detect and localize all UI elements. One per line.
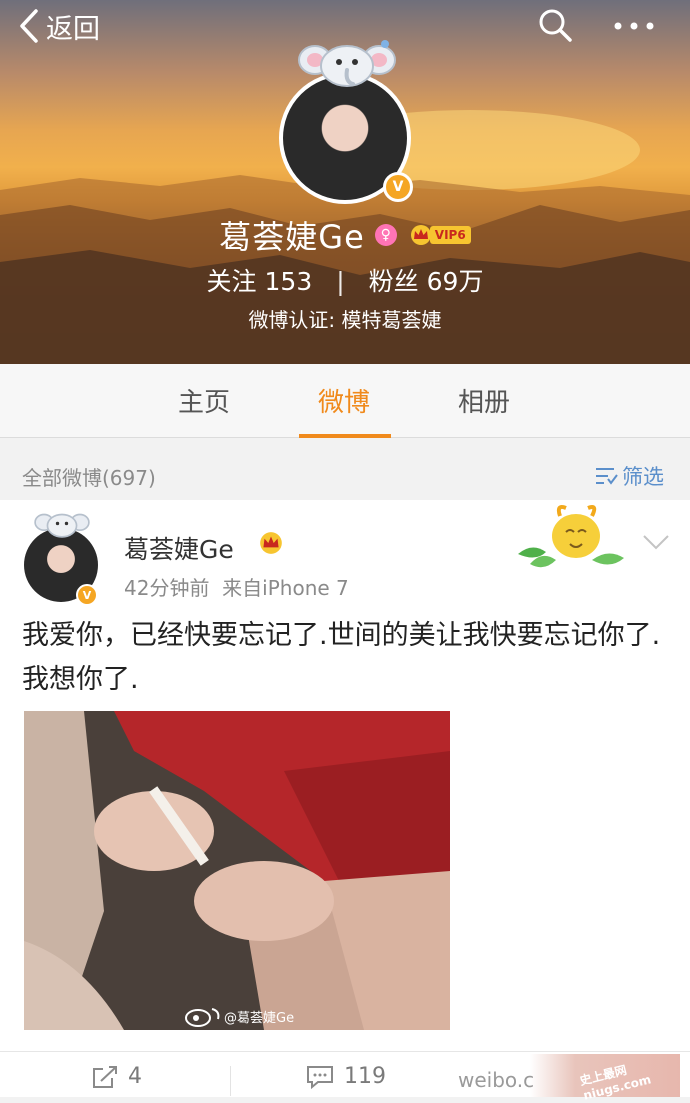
weibo-logo-icon xyxy=(185,1008,220,1027)
filter-button[interactable]: 筛选 xyxy=(594,461,664,491)
profile-avatar[interactable]: V xyxy=(277,38,417,204)
repost-button[interactable]: 4 xyxy=(92,1064,142,1089)
filter-label: 筛选 xyxy=(622,465,664,489)
verified-badge-icon: V xyxy=(76,584,98,606)
followers-count: 69万 xyxy=(426,267,484,296)
chevron-down-icon[interactable] xyxy=(642,534,670,550)
post-time: 42分钟前 xyxy=(124,576,210,600)
chevron-left-icon xyxy=(20,9,38,43)
search-icon[interactable] xyxy=(536,6,576,46)
filter-bar: 全部微博(697) 筛选 xyxy=(0,448,690,500)
vip-level: VIP6 xyxy=(429,226,471,244)
stats-separator: | xyxy=(336,267,345,296)
active-tab-indicator xyxy=(299,434,391,438)
profile-tabs: 主页 微博 相册 xyxy=(0,364,690,438)
filter-icon xyxy=(596,468,618,485)
crown-icon[interactable] xyxy=(258,530,284,556)
photo-hands xyxy=(24,711,450,1030)
comment-icon xyxy=(307,1065,333,1089)
follow-stats: 关注 153 | 粉丝 69万 xyxy=(0,262,690,298)
weibo-count: 全部微博(697) xyxy=(22,466,156,490)
verified-badge-icon: V xyxy=(383,172,413,202)
watermark-text: @葛荟婕Ge xyxy=(224,1010,295,1026)
post-text: 我爱你，已经快要忘记了.世间的美让我快要忘记你了.我想你了. xyxy=(22,620,661,695)
profile-header: 返回 V 葛荟婕Ge ♀ VIP6 关注 153 | 粉丝 69万 微博认证: … xyxy=(0,0,690,364)
user-name-row: 葛荟婕Ge ♀ VIP6 xyxy=(0,212,690,258)
comment-button[interactable]: 119 xyxy=(306,1064,386,1089)
post-image[interactable]: @葛荟婕Ge xyxy=(24,711,450,1030)
post-avatar[interactable]: V xyxy=(22,510,104,606)
post-source: 来自iPhone 7 xyxy=(222,576,349,600)
back-label: 返回 xyxy=(46,13,100,45)
user-name: 葛荟婕Ge xyxy=(219,218,365,256)
tab-album[interactable]: 相册 xyxy=(458,382,510,419)
action-divider xyxy=(230,1066,231,1096)
post-author[interactable]: 葛荟婕Ge xyxy=(124,530,234,566)
post-meta: 42分钟前 来自iPhone 7 xyxy=(124,572,349,601)
female-icon: ♀ xyxy=(374,224,397,246)
elephant-pendant-icon xyxy=(298,40,396,87)
tab-weibo[interactable]: 微博 xyxy=(318,382,370,419)
back-button[interactable]: 返回 xyxy=(18,6,100,46)
tab-home[interactable]: 主页 xyxy=(178,382,230,419)
following-count: 153 xyxy=(264,267,313,296)
verification-text: 微博认证: 模特葛荟婕 xyxy=(248,308,442,332)
followers-label: 粉丝 xyxy=(368,267,419,296)
following-label: 关注 xyxy=(206,267,257,296)
comment-count: 119 xyxy=(344,1064,386,1089)
site-watermark: weibo.c xyxy=(458,1068,535,1092)
image-watermark: @葛荟婕Ge xyxy=(184,1005,294,1027)
vip-badge[interactable]: VIP6 xyxy=(409,224,471,246)
more-icon[interactable] xyxy=(612,20,656,32)
elephant-pendant-icon xyxy=(34,513,90,538)
followers-stat[interactable]: 粉丝 69万 xyxy=(369,267,484,296)
sheep-sticker-icon xyxy=(518,505,624,568)
following-stat[interactable]: 关注 153 xyxy=(207,267,313,296)
site-logo-text: 史上最网 niugs.com xyxy=(578,1062,653,1103)
repost-count: 4 xyxy=(128,1064,142,1089)
repost-icon xyxy=(93,1065,117,1088)
weibo-post: V 葛荟婕Ge 42分钟前 来自iPhone 7 我爱你，已经快要忘记了.世间的… xyxy=(0,500,690,1097)
site-logo: 史上最网 niugs.com xyxy=(530,1054,680,1103)
